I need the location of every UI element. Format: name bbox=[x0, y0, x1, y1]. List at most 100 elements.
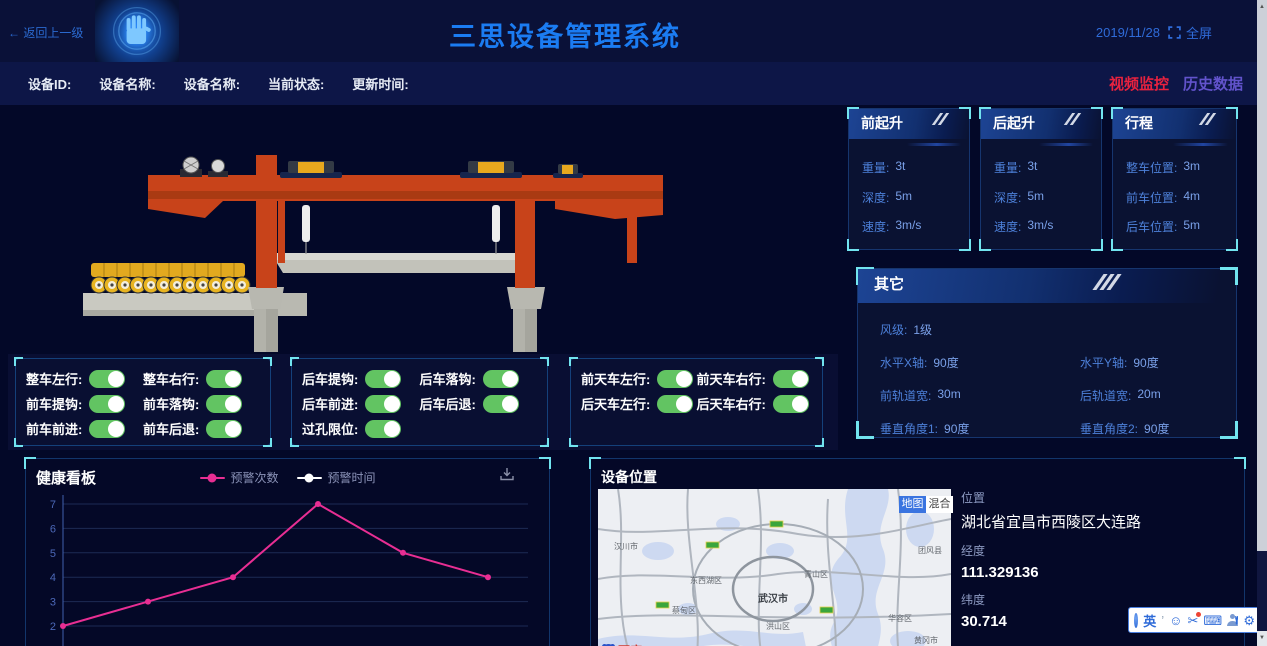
toggle-whole-left[interactable]: 整车左行: bbox=[26, 369, 143, 388]
header-date: 2019/11/28 bbox=[1096, 25, 1160, 40]
fullscreen-button[interactable]: 全屏 bbox=[1168, 23, 1212, 42]
panel-title: 后起升 bbox=[981, 109, 1101, 138]
legend-item-warning-count[interactable]: 预警次数 bbox=[199, 469, 278, 486]
svg-text:6: 6 bbox=[50, 523, 56, 535]
ime-logo-icon[interactable] bbox=[1134, 613, 1138, 628]
toggle-rear-sky-left[interactable]: 后天车左行: bbox=[581, 394, 697, 413]
emoji-icon[interactable]: ☺ bbox=[1169, 614, 1182, 627]
toggle-rear-backward[interactable]: 后车后退: bbox=[420, 394, 538, 413]
panel-other: 其它 风级:1级 水平X轴:90度 水平Y轴:90度 前轨道宽:30m 后轨道宽… bbox=[857, 268, 1237, 438]
toggle-front-forward[interactable]: 前车前进: bbox=[26, 419, 143, 438]
account-icon[interactable] bbox=[1227, 614, 1230, 626]
location-value: 湖北省宜昌市西陵区大连路 bbox=[961, 511, 1141, 532]
metric-row: 速度:3m/s bbox=[862, 218, 956, 235]
corner-decoration bbox=[24, 457, 36, 469]
device-id-label: 设备ID: bbox=[28, 74, 71, 93]
metric-cell: 水平X轴:90度 bbox=[880, 354, 1080, 371]
toggle-switch-on[interactable] bbox=[657, 370, 693, 388]
toggle-switch-on[interactable] bbox=[483, 395, 519, 413]
metric-cell: 水平Y轴:90度 bbox=[1080, 354, 1236, 371]
ime-punctuation-icon[interactable]: ’ bbox=[1161, 614, 1164, 627]
map-label: 华容区 bbox=[888, 613, 912, 623]
map-label: 黄冈市 bbox=[914, 635, 938, 645]
metric-cell: 风级:1级 bbox=[880, 321, 1080, 338]
location-info: 位置 湖北省宜昌市西陵区大连路 经度 111.329136 纬度 30.714 bbox=[961, 489, 1141, 630]
crane-drop-leg bbox=[278, 199, 285, 263]
panel-title: 前起升 bbox=[849, 109, 969, 138]
screenshot-scissors-icon[interactable]: ✂ bbox=[1187, 614, 1198, 627]
map-type-button-map[interactable]: 地图 bbox=[899, 496, 926, 513]
suspended-girder bbox=[269, 253, 533, 273]
keyboard-icon[interactable]: ⌨ bbox=[1203, 614, 1222, 627]
switch-group-vehicle: 整车左行: 整车右行: 前车提钩: 前车落钩: 前车前进: 前车后退: bbox=[15, 358, 271, 446]
ime-settings-gear-icon[interactable]: ⚙ bbox=[1243, 614, 1255, 627]
toggle-switch-on[interactable] bbox=[365, 395, 401, 413]
crane-trolley-rear bbox=[460, 161, 522, 178]
toggle-switch-on[interactable] bbox=[89, 395, 125, 413]
toggle-switch-on[interactable] bbox=[773, 370, 809, 388]
longitude-label: 经度 bbox=[961, 542, 1141, 559]
toggle-switch-on[interactable] bbox=[657, 395, 693, 413]
toggle-whole-right[interactable]: 整车右行: bbox=[143, 369, 260, 388]
corner-decoration bbox=[1234, 457, 1246, 469]
metric-row: 前车位置:4m bbox=[1126, 189, 1223, 206]
location-label: 位置 bbox=[961, 489, 1141, 506]
download-chart-button[interactable] bbox=[499, 467, 515, 487]
toggle-switch-on[interactable] bbox=[206, 420, 242, 438]
crane-main-beam bbox=[148, 175, 663, 219]
scroll-down-button[interactable]: ▼ bbox=[1257, 631, 1267, 646]
map-label: 东西湖区 bbox=[690, 575, 722, 585]
history-data-link[interactable]: 历史数据 bbox=[1183, 73, 1243, 94]
toggle-hole-limit[interactable]: 过孔限位: bbox=[302, 419, 420, 438]
girder-transporter bbox=[91, 263, 250, 293]
toggle-front-backward[interactable]: 前车后退: bbox=[143, 419, 260, 438]
map-label: 蔡甸区 bbox=[672, 605, 696, 615]
toggle-rear-sky-right[interactable]: 后天车右行: bbox=[697, 394, 813, 413]
toggle-front-hook-down[interactable]: 前车落钩: bbox=[143, 394, 260, 413]
back-link[interactable]: ← 返回上一级 bbox=[8, 24, 83, 41]
latitude-value: 30.714 bbox=[961, 613, 1141, 630]
metric-row: 深度:5m bbox=[862, 189, 956, 206]
right-pier bbox=[507, 287, 545, 352]
metric-row: 速度:3m/s bbox=[994, 218, 1088, 235]
scrollbar-thumb[interactable] bbox=[1257, 15, 1267, 551]
map-label: 汉川市 bbox=[614, 541, 638, 551]
toggle-switch-on[interactable] bbox=[206, 395, 242, 413]
map-type-button-hybrid[interactable]: 混合 bbox=[926, 496, 953, 513]
toggle-switch-on[interactable] bbox=[365, 420, 401, 438]
panel-rear-hoist: 后起升 重量:3t 深度:5m 速度:3m/s bbox=[980, 108, 1102, 250]
device-name2-label: 设备名称: bbox=[184, 74, 240, 93]
toggle-rear-hook-down[interactable]: 后车落钩: bbox=[420, 369, 538, 388]
toggle-front-hook-up[interactable]: 前车提钩: bbox=[26, 394, 143, 413]
beam-equipment bbox=[180, 157, 228, 177]
update-time-label: 更新时间: bbox=[352, 74, 408, 93]
toggle-switch-on[interactable] bbox=[483, 370, 519, 388]
app-header: ← 返回上一级 三思设备管理系统 2019/11/28 全屏 bbox=[0, 0, 1267, 62]
longitude-value: 111.329136 bbox=[961, 564, 1141, 581]
health-line-chart: 234567 bbox=[36, 489, 541, 646]
switch-group-rear-car: 后车提钩: 后车落钩: 后车前进: 后车后退: 过孔限位: bbox=[291, 358, 548, 446]
crane-right-leg bbox=[515, 199, 535, 288]
corner-decoration bbox=[539, 457, 551, 469]
toggle-rear-forward[interactable]: 后车前进: bbox=[302, 394, 420, 413]
toggle-switch-on[interactable] bbox=[206, 370, 242, 388]
toggle-switch-on[interactable] bbox=[89, 370, 125, 388]
toggle-front-sky-right[interactable]: 前天车右行: bbox=[697, 369, 813, 388]
toggle-front-sky-left[interactable]: 前天车左行: bbox=[581, 369, 697, 388]
toggle-rear-hook-up[interactable]: 后车提钩: bbox=[302, 369, 420, 388]
glow-line bbox=[1173, 143, 1228, 146]
svg-text:5: 5 bbox=[50, 548, 56, 560]
toggle-switch-on[interactable] bbox=[773, 395, 809, 413]
panel-title: 其它 bbox=[858, 269, 1236, 301]
legend-item-warning-time[interactable]: 预警时间 bbox=[297, 469, 376, 486]
health-board-panel: 健康看板 预警次数 预警时间 234567 bbox=[25, 458, 550, 646]
toggle-switch-on[interactable] bbox=[89, 420, 125, 438]
scroll-up-button[interactable]: ▲ bbox=[1257, 0, 1267, 15]
ime-language-toggle[interactable]: 英 bbox=[1143, 611, 1156, 630]
latitude-label: 纬度 bbox=[961, 591, 1141, 608]
svg-text:2: 2 bbox=[50, 621, 56, 633]
switch-group-sky-car: 前天车左行: 前天车右行: 后天车左行: 后天车右行: bbox=[570, 358, 823, 446]
toggle-switch-on[interactable] bbox=[365, 370, 401, 388]
svg-text:4: 4 bbox=[50, 572, 56, 584]
video-monitor-link[interactable]: 视频监控 bbox=[1109, 73, 1169, 94]
